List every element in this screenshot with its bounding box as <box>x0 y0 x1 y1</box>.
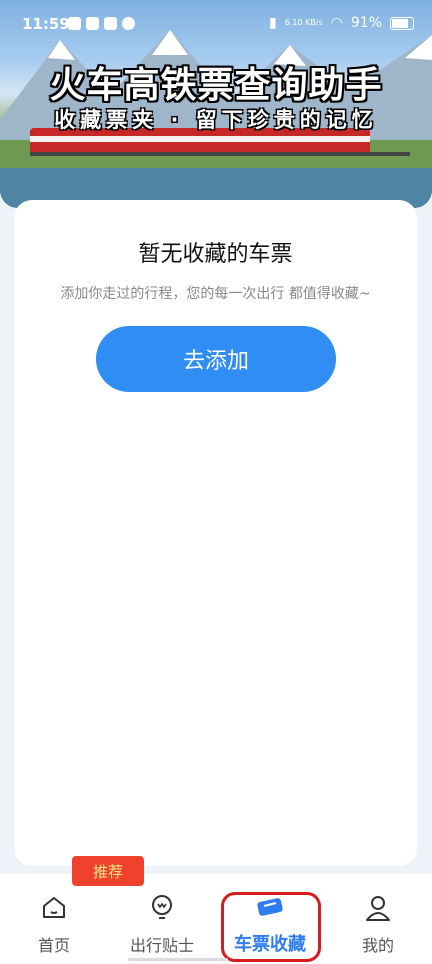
tab-profile[interactable]: 我的 <box>324 874 432 964</box>
net-speed: 6.10 KB/s <box>284 18 323 27</box>
page-title: 火车高铁票查询助手 <box>49 65 383 106</box>
mail-notification-icon <box>86 17 99 30</box>
status-bar: 11:59 ▮ 6.10 KB/s ◠ 91% <box>0 0 432 50</box>
add-ticket-button[interactable]: 去添加 <box>96 326 336 392</box>
bottom-tab-bar: 首页 出行贴士 车票收藏 我的 <box>0 874 432 964</box>
recommend-badge: 推荐 <box>72 856 144 886</box>
header-banner: 11:59 ▮ 6.10 KB/s ◠ 91% 火车高铁票查询助手 收藏票夹 ·… <box>0 0 432 208</box>
lightbulb-icon <box>152 895 172 919</box>
status-time: 11:59 <box>22 15 70 33</box>
wechat-notification-icon <box>122 17 135 30</box>
page-subtitle: 收藏票夹 · 留下珍贵的记忆 <box>54 108 378 132</box>
active-tab-highlight <box>221 892 321 962</box>
home-icon <box>43 897 65 918</box>
vibrate-icon: ▮ <box>268 15 277 31</box>
tab-home[interactable]: 首页 <box>0 874 108 964</box>
tab-label: 我的 <box>361 936 394 955</box>
empty-state-title: 暂无收藏的车票 <box>138 242 293 267</box>
wifi-icon: ◠ <box>330 15 343 31</box>
battery-icon <box>390 16 414 30</box>
tab-travel-tips[interactable]: 出行贴士 <box>108 874 216 964</box>
empty-state-description: 添加你走过的行程，您的每一次出行 都值得收藏~ <box>60 286 371 302</box>
tab-label: 出行贴士 <box>129 936 194 955</box>
app-notification-icon <box>68 17 81 30</box>
ticket-collection-card: 暂无收藏的车票 添加你走过的行程，您的每一次出行 都值得收藏~ 去添加 <box>14 200 417 866</box>
video-notification-icon <box>104 17 117 30</box>
home-indicator[interactable] <box>128 958 228 961</box>
tab-label: 首页 <box>37 936 70 955</box>
battery-percent: 91% <box>350 15 382 31</box>
user-icon <box>366 896 390 921</box>
